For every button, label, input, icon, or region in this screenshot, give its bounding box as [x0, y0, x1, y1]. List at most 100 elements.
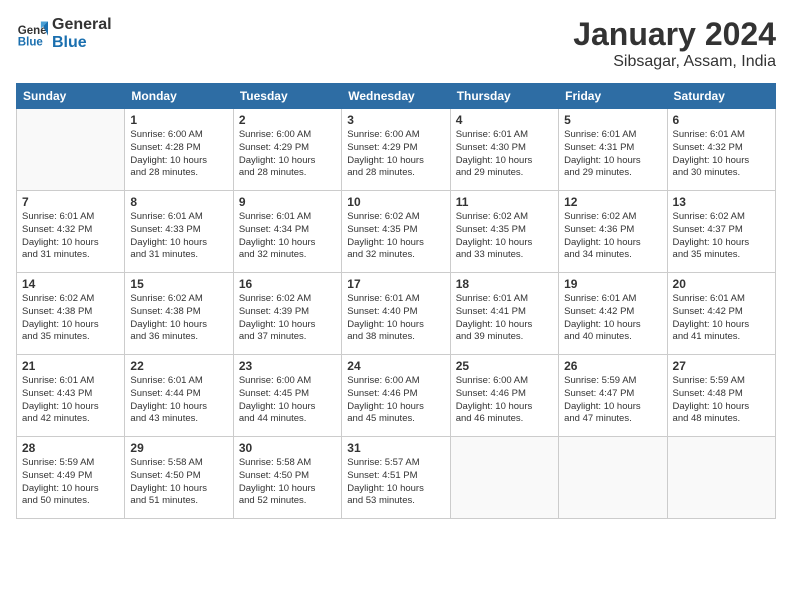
- day-info-line: Daylight: 10 hours: [22, 237, 119, 250]
- day-info-line: Sunrise: 5:59 AM: [22, 457, 119, 470]
- day-info-line: Daylight: 10 hours: [130, 237, 227, 250]
- day-info-line: Sunrise: 6:01 AM: [130, 211, 227, 224]
- calendar-cell: [667, 437, 775, 519]
- day-info-line: Daylight: 10 hours: [456, 237, 553, 250]
- day-info-line: Sunrise: 6:00 AM: [130, 129, 227, 142]
- day-info-line: Sunrise: 6:01 AM: [239, 211, 336, 224]
- calendar-cell: 14Sunrise: 6:02 AMSunset: 4:38 PMDayligh…: [17, 273, 125, 355]
- day-info-line: Sunrise: 6:00 AM: [239, 129, 336, 142]
- calendar-cell: 20Sunrise: 6:01 AMSunset: 4:42 PMDayligh…: [667, 273, 775, 355]
- day-info-line: and 35 minutes.: [673, 249, 770, 262]
- weekday-header: Tuesday: [233, 84, 341, 109]
- day-info-line: and 35 minutes.: [22, 331, 119, 344]
- day-info-line: Sunset: 4:50 PM: [130, 470, 227, 483]
- calendar-cell: 6Sunrise: 6:01 AMSunset: 4:32 PMDaylight…: [667, 109, 775, 191]
- calendar-cell: 1Sunrise: 6:00 AMSunset: 4:28 PMDaylight…: [125, 109, 233, 191]
- calendar-cell: 11Sunrise: 6:02 AMSunset: 4:35 PMDayligh…: [450, 191, 558, 273]
- page: General Blue General Blue January 2024 S…: [0, 0, 792, 612]
- calendar-cell: [450, 437, 558, 519]
- day-info-line: Sunrise: 6:01 AM: [22, 375, 119, 388]
- day-info-line: Sunset: 4:42 PM: [673, 306, 770, 319]
- day-info-line: Sunset: 4:41 PM: [456, 306, 553, 319]
- calendar-cell: 3Sunrise: 6:00 AMSunset: 4:29 PMDaylight…: [342, 109, 450, 191]
- week-row: 21Sunrise: 6:01 AMSunset: 4:43 PMDayligh…: [17, 355, 776, 437]
- weekday-header: Wednesday: [342, 84, 450, 109]
- day-info-line: Daylight: 10 hours: [347, 483, 444, 496]
- day-info-line: Sunset: 4:35 PM: [347, 224, 444, 237]
- day-info-line: Daylight: 10 hours: [673, 155, 770, 168]
- calendar-cell: 16Sunrise: 6:02 AMSunset: 4:39 PMDayligh…: [233, 273, 341, 355]
- day-info-line: and 41 minutes.: [673, 331, 770, 344]
- day-info-line: Sunrise: 6:02 AM: [130, 293, 227, 306]
- day-number: 2: [239, 113, 336, 127]
- day-info-line: and 29 minutes.: [564, 167, 661, 180]
- calendar-cell: 30Sunrise: 5:58 AMSunset: 4:50 PMDayligh…: [233, 437, 341, 519]
- day-info-line: Sunrise: 6:01 AM: [564, 129, 661, 142]
- day-info-line: and 33 minutes.: [456, 249, 553, 262]
- day-info-line: Daylight: 10 hours: [564, 401, 661, 414]
- svg-text:Blue: Blue: [18, 36, 44, 48]
- day-info-line: and 31 minutes.: [130, 249, 227, 262]
- day-info-line: Daylight: 10 hours: [239, 401, 336, 414]
- day-info-line: Sunset: 4:34 PM: [239, 224, 336, 237]
- day-info-line: Sunset: 4:46 PM: [347, 388, 444, 401]
- day-info-line: and 29 minutes.: [456, 167, 553, 180]
- day-info-line: and 39 minutes.: [456, 331, 553, 344]
- calendar-cell: 28Sunrise: 5:59 AMSunset: 4:49 PMDayligh…: [17, 437, 125, 519]
- day-info-line: and 42 minutes.: [22, 413, 119, 426]
- day-info-line: Daylight: 10 hours: [239, 319, 336, 332]
- day-number: 23: [239, 359, 336, 373]
- day-info-line: and 48 minutes.: [673, 413, 770, 426]
- day-info-line: Daylight: 10 hours: [673, 401, 770, 414]
- day-number: 5: [564, 113, 661, 127]
- day-number: 16: [239, 277, 336, 291]
- day-number: 9: [239, 195, 336, 209]
- day-number: 27: [673, 359, 770, 373]
- day-info-line: Sunrise: 6:02 AM: [22, 293, 119, 306]
- logo-line2: Blue: [52, 34, 112, 52]
- day-info-line: Daylight: 10 hours: [564, 319, 661, 332]
- day-number: 17: [347, 277, 444, 291]
- day-info-line: and 43 minutes.: [130, 413, 227, 426]
- day-info-line: Sunrise: 5:59 AM: [564, 375, 661, 388]
- calendar-cell: 17Sunrise: 6:01 AMSunset: 4:40 PMDayligh…: [342, 273, 450, 355]
- subtitle: Sibsagar, Assam, India: [573, 53, 776, 71]
- day-info-line: Sunset: 4:35 PM: [456, 224, 553, 237]
- day-number: 6: [673, 113, 770, 127]
- day-info-line: Sunset: 4:48 PM: [673, 388, 770, 401]
- calendar-cell: 27Sunrise: 5:59 AMSunset: 4:48 PMDayligh…: [667, 355, 775, 437]
- day-info-line: Sunset: 4:39 PM: [239, 306, 336, 319]
- day-number: 28: [22, 441, 119, 455]
- day-info-line: Sunset: 4:38 PM: [130, 306, 227, 319]
- logo-line1: General: [52, 16, 112, 34]
- day-info-line: Sunset: 4:45 PM: [239, 388, 336, 401]
- week-row: 28Sunrise: 5:59 AMSunset: 4:49 PMDayligh…: [17, 437, 776, 519]
- day-info-line: and 32 minutes.: [239, 249, 336, 262]
- day-info-line: and 46 minutes.: [456, 413, 553, 426]
- calendar-cell: 25Sunrise: 6:00 AMSunset: 4:46 PMDayligh…: [450, 355, 558, 437]
- day-info-line: and 44 minutes.: [239, 413, 336, 426]
- day-info-line: Daylight: 10 hours: [130, 155, 227, 168]
- day-info-line: and 40 minutes.: [564, 331, 661, 344]
- day-number: 22: [130, 359, 227, 373]
- day-number: 3: [347, 113, 444, 127]
- day-number: 25: [456, 359, 553, 373]
- calendar-cell: 21Sunrise: 6:01 AMSunset: 4:43 PMDayligh…: [17, 355, 125, 437]
- day-info-line: Sunrise: 6:01 AM: [22, 211, 119, 224]
- day-info-line: Sunset: 4:50 PM: [239, 470, 336, 483]
- calendar-cell: 5Sunrise: 6:01 AMSunset: 4:31 PMDaylight…: [559, 109, 667, 191]
- day-info-line: Daylight: 10 hours: [673, 319, 770, 332]
- day-info-line: Sunrise: 6:01 AM: [564, 293, 661, 306]
- day-info-line: Daylight: 10 hours: [347, 319, 444, 332]
- svg-text:General: General: [18, 25, 48, 37]
- day-info-line: Daylight: 10 hours: [130, 319, 227, 332]
- day-info-line: Daylight: 10 hours: [347, 155, 444, 168]
- day-info-line: Sunset: 4:38 PM: [22, 306, 119, 319]
- day-info-line: Sunrise: 6:02 AM: [564, 211, 661, 224]
- logo: General Blue General Blue: [16, 16, 112, 51]
- day-info-line: Daylight: 10 hours: [673, 237, 770, 250]
- day-info-line: Daylight: 10 hours: [456, 401, 553, 414]
- day-info-line: and 28 minutes.: [347, 167, 444, 180]
- weekday-header: Thursday: [450, 84, 558, 109]
- day-info-line: Sunrise: 6:00 AM: [456, 375, 553, 388]
